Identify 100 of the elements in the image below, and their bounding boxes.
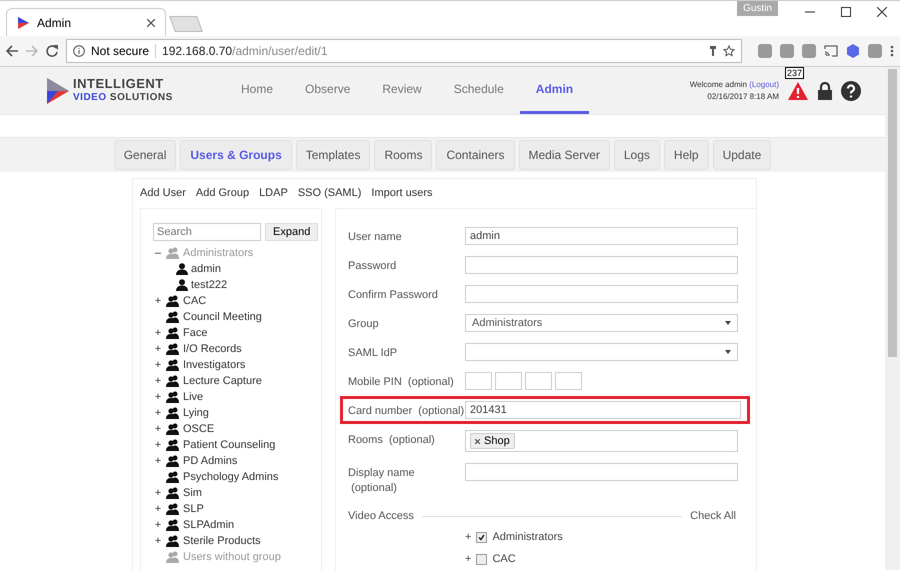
users-icon: [166, 327, 180, 339]
check-all-link[interactable]: Check All: [690, 510, 736, 522]
group-name[interactable]: Lying: [183, 407, 209, 419]
nav-link[interactable]: Observe: [289, 67, 366, 114]
tree-toggle[interactable]: +: [153, 407, 163, 419]
text-field[interactable]: [465, 256, 738, 274]
admin-tab[interactable]: Templates: [296, 140, 370, 170]
group-name[interactable]: Sim: [183, 487, 202, 499]
tree-toggle[interactable]: +: [153, 455, 163, 467]
pin-digit-field[interactable]: [495, 372, 522, 390]
tag-field[interactable]: Shop: [465, 430, 738, 452]
text-field[interactable]: 201431: [465, 401, 741, 419]
caret-icon: [725, 321, 731, 325]
sub-link[interactable]: SSO (SAML): [298, 187, 362, 199]
help-icon[interactable]: [841, 80, 861, 100]
star-icon[interactable]: [723, 45, 735, 57]
expand-button[interactable]: Expand: [265, 223, 318, 241]
users-icon: [166, 375, 180, 387]
tree-toggle[interactable]: +: [153, 535, 163, 547]
tree-toggle[interactable]: +: [153, 327, 163, 339]
security-label: Not secure: [91, 44, 150, 58]
sub-link[interactable]: LDAP: [259, 187, 288, 199]
tree-toggle[interactable]: +: [153, 343, 163, 355]
more-icon[interactable]: [890, 45, 894, 57]
text-field[interactable]: [465, 463, 738, 481]
close-icon[interactable]: [147, 18, 155, 26]
scrollbar[interactable]: [885, 67, 900, 570]
tree-toggle[interactable]: +: [465, 553, 472, 565]
tree-toggle[interactable]: +: [153, 503, 163, 515]
field-label: Mobile PIN (optional): [348, 375, 455, 390]
group-name[interactable]: OSCE: [183, 423, 214, 435]
admin-tab[interactable]: Users & Groups: [180, 140, 292, 170]
tree-toggle[interactable]: +: [153, 487, 163, 499]
dropdown[interactable]: [465, 343, 738, 361]
pin-digit-field[interactable]: [525, 372, 552, 390]
tree-toggle[interactable]: +: [153, 359, 163, 371]
sub-link[interactable]: Add Group: [196, 187, 250, 199]
dropdown[interactable]: Administrators: [465, 314, 738, 332]
tree-toggle[interactable]: +: [153, 295, 163, 307]
group-name[interactable]: I/O Records: [183, 343, 242, 355]
warning-icon[interactable]: [787, 80, 809, 100]
group-name[interactable]: SLP: [183, 503, 204, 515]
logout-link[interactable]: (Logout): [749, 80, 779, 88]
play-logo-icon: [17, 16, 29, 28]
group-name[interactable]: Face: [183, 327, 208, 339]
back-button[interactable]: [6, 45, 18, 57]
group-name[interactable]: SLPAdmin: [183, 519, 234, 531]
forward-button[interactable]: [26, 45, 38, 57]
tree-toggle[interactable]: +: [465, 531, 472, 543]
sub-link[interactable]: Add User: [140, 187, 186, 199]
users-icon: [166, 471, 180, 483]
nav-link[interactable]: Schedule: [438, 67, 520, 114]
group-name[interactable]: Sterile Products: [183, 535, 261, 547]
pin-digit-field[interactable]: [465, 372, 492, 390]
cast-icon[interactable]: [824, 45, 838, 57]
nav-link[interactable]: Home: [225, 67, 290, 114]
group-name[interactable]: Patient Counseling: [183, 439, 276, 451]
group-name[interactable]: Council Meeting: [183, 311, 262, 323]
close-icon[interactable]: [475, 438, 480, 444]
tree-toggle[interactable]: +: [153, 423, 163, 435]
group-name[interactable]: PD Admins: [183, 455, 238, 467]
room-tag[interactable]: Shop: [470, 433, 515, 449]
admin-tab[interactable]: Logs: [614, 140, 660, 170]
users-icon: [166, 423, 180, 435]
admin-tab[interactable]: Update: [712, 140, 772, 170]
checkbox[interactable]: [476, 532, 488, 542]
user-icon: [176, 263, 188, 275]
reload-button[interactable]: [46, 45, 58, 57]
users-icon: [166, 391, 180, 403]
address-bar[interactable]: Not secure 192.168.0.70/admin/user/edit/1: [66, 39, 742, 63]
text-field[interactable]: [465, 285, 738, 303]
new-tab-button[interactable]: [169, 16, 203, 32]
search-field[interactable]: Search: [153, 223, 261, 241]
field-label: SAML IdP: [348, 346, 398, 361]
admin-tab[interactable]: Containers: [436, 140, 514, 170]
tree-toggle[interactable]: +: [153, 375, 163, 387]
users-icon: [166, 295, 180, 307]
group-name[interactable]: Lecture Capture: [183, 375, 262, 387]
group-name: CAC: [492, 553, 516, 565]
admin-tab[interactable]: General: [114, 140, 176, 170]
text-field[interactable]: admin: [465, 227, 738, 245]
group-name[interactable]: CAC: [183, 295, 206, 307]
group-name[interactable]: Investigators: [183, 359, 246, 371]
group-name[interactable]: Live: [183, 391, 204, 403]
browser-tab[interactable]: Admin: [6, 8, 166, 36]
admin-tab[interactable]: Media Server: [518, 140, 610, 170]
field-label: Rooms (optional): [348, 433, 436, 448]
group-name[interactable]: Psychology Admins: [183, 471, 278, 483]
nav-link[interactable]: Admin: [520, 67, 590, 114]
sub-link[interactable]: Import users: [371, 187, 433, 199]
pin-digit-field[interactable]: [555, 372, 582, 390]
admin-tab[interactable]: Rooms: [374, 140, 432, 170]
caret-icon: [725, 350, 731, 354]
tree-toggle[interactable]: +: [153, 519, 163, 531]
tree-toggle[interactable]: +: [153, 391, 163, 403]
lock-icon[interactable]: [817, 82, 833, 100]
tree-toggle[interactable]: +: [153, 439, 163, 451]
checkbox[interactable]: [476, 554, 488, 564]
admin-tab[interactable]: Help: [664, 140, 709, 170]
nav-link[interactable]: Review: [366, 67, 438, 114]
